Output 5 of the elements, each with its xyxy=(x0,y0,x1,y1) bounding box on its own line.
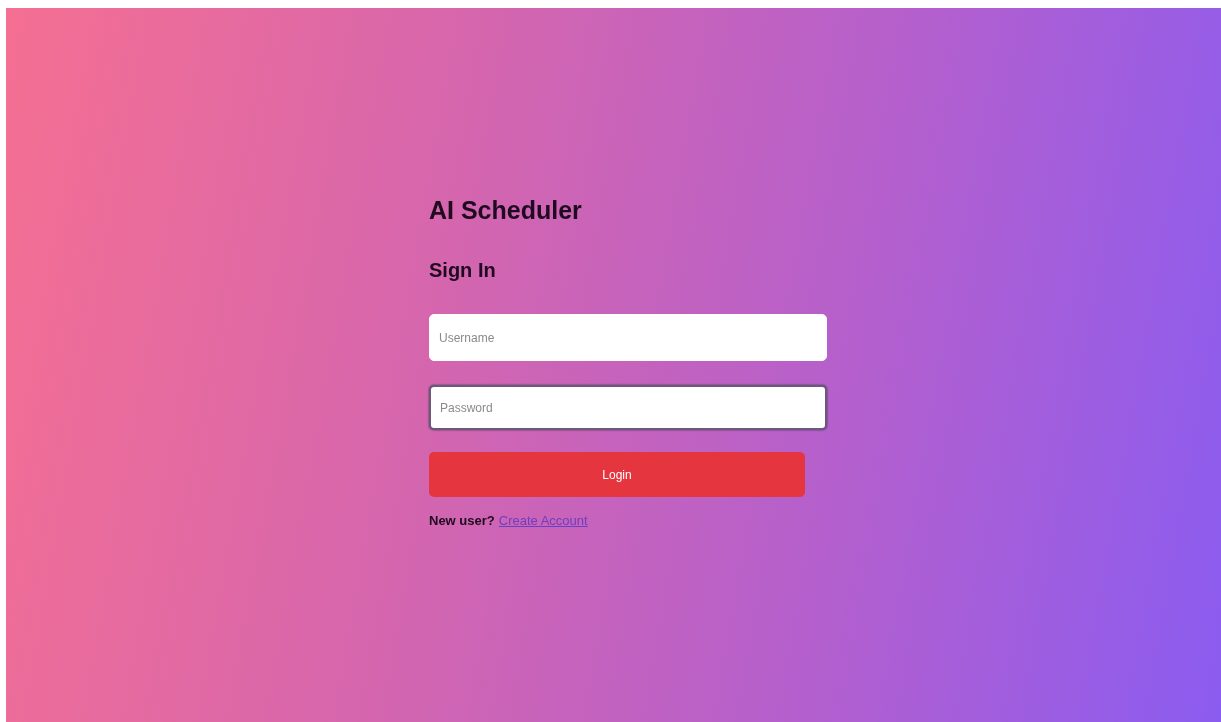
form-title: Sign In xyxy=(429,259,497,282)
app-title: AI Scheduler xyxy=(429,196,583,225)
login-button[interactable]: Login xyxy=(429,452,805,497)
input-field[interactable]: Password xyxy=(429,385,827,430)
footer-text: New user? xyxy=(429,513,495,528)
